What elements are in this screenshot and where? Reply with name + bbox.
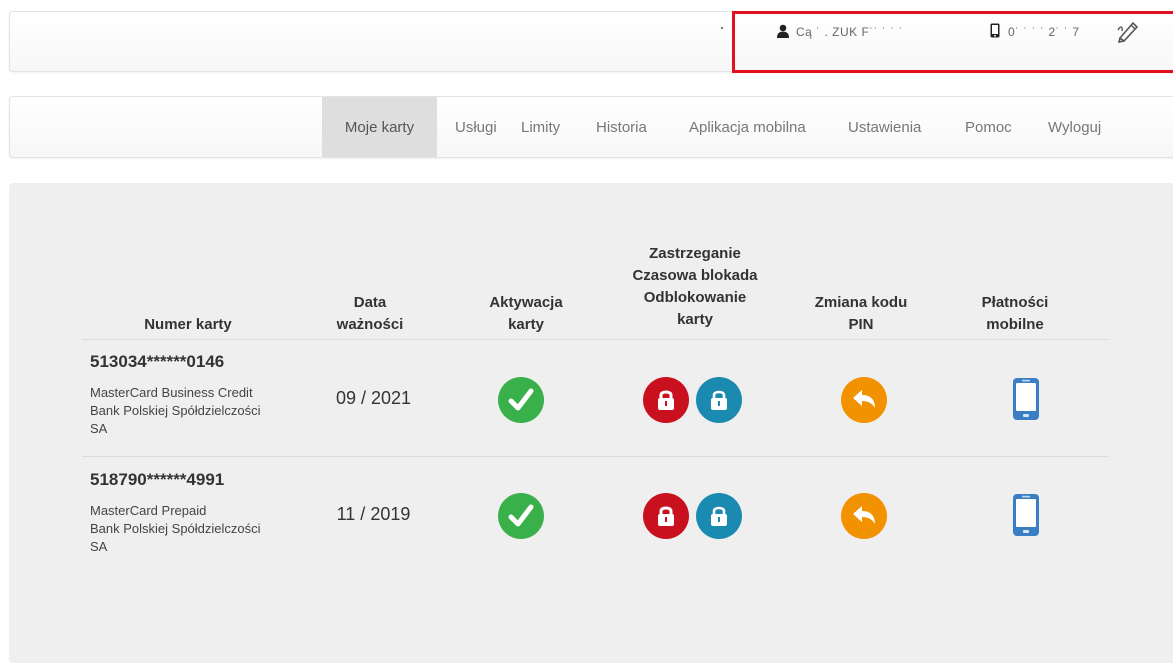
header-expiry: Data ważności [320,292,420,336]
smartphone-icon [1013,494,1039,536]
highlight-box [732,11,1173,73]
header-block: Zastrzeganie Czasowa blokada Odblokowani… [610,243,780,331]
check-icon [508,504,534,527]
nav-item-historia[interactable]: Historia [583,97,675,157]
header-mobile: Płatności mobilne [960,292,1070,336]
header-block-line3: Odblokowanie [643,289,747,306]
card-type: MasterCard Prepaid [90,503,207,518]
header-expiry-line2: ważności [336,316,404,333]
unblock-card-button[interactable] [696,493,742,539]
check-icon [508,388,534,411]
smartphone-icon [1013,378,1039,420]
header-pin-line1: Zmiana kodu [814,294,908,311]
unlock-icon [711,390,727,410]
card-bank: Bank Polskiej Spółdzielczości [90,403,261,418]
unlock-icon [711,506,727,526]
header-activation: Aktywacja karty [466,292,586,336]
nav-item-ustawienia[interactable]: Ustawienia [843,97,961,157]
nav-item-uslugi[interactable]: Usługi [437,97,521,157]
header-mobile-line2: mobilne [986,316,1044,333]
card-bank-suffix: SA [90,421,108,436]
main-nav: Moje karty Usługi Limity Historia Aplika… [322,97,1118,157]
lock-icon [658,506,674,526]
nav-item-aplikacja-mobilna[interactable]: Aplikacja mobilna [675,97,843,157]
card-type: MasterCard Business Credit [90,385,253,400]
block-card-button[interactable] [643,377,689,423]
activate-card-button[interactable] [498,493,544,539]
header-activation-line1: Aktywacja [489,294,563,311]
reply-arrow-icon [853,506,875,524]
change-pin-button[interactable] [841,493,887,539]
card-number: 518790******4991 [90,470,225,489]
nav-item-pomoc[interactable]: Pomoc [961,97,1048,157]
activate-card-button[interactable] [498,377,544,423]
lock-icon [658,390,674,410]
reply-arrow-icon [853,390,875,408]
nav-item-moje-karty[interactable]: Moje karty [322,97,437,157]
header-dot [721,27,723,29]
header-card-number-text: Numer karty [144,316,232,333]
header-pin-line2: PIN [848,316,874,333]
header-activation-line2: karty [508,316,544,333]
header-pin: Zmiana kodu PIN [796,292,926,336]
card-number: 513034******0146 [90,352,225,371]
header-expiry-line1: Data [353,294,387,311]
unblock-card-button[interactable] [696,377,742,423]
row-divider [82,456,1109,457]
table-header-divider [82,339,1109,340]
header-block-line4: karty [677,311,713,328]
header-block-line2: Czasowa blokada [632,267,758,284]
card-description: MasterCard Prepaid Bank Polskiej Spółdzi… [90,502,300,556]
card-bank: Bank Polskiej Spółdzielczości [90,521,261,536]
card-expiry: 11 / 2019 [336,504,411,524]
header-card-number: Numer karty [128,314,248,336]
change-pin-button[interactable] [841,377,887,423]
nav-item-limity[interactable]: Limity [521,97,583,157]
nav-item-wyloguj[interactable]: Wyloguj [1048,97,1118,157]
card-expiry: 09 / 2021 [335,388,412,408]
mobile-payments-button[interactable] [1012,377,1040,426]
header-mobile-line1: Płatności [981,294,1049,311]
header-block-line1: Zastrzeganie [649,245,741,262]
block-card-button[interactable] [643,493,689,539]
mobile-payments-button[interactable] [1012,493,1040,542]
card-bank-suffix: SA [90,539,108,554]
card-description: MasterCard Business Credit Bank Polskiej… [90,384,300,438]
